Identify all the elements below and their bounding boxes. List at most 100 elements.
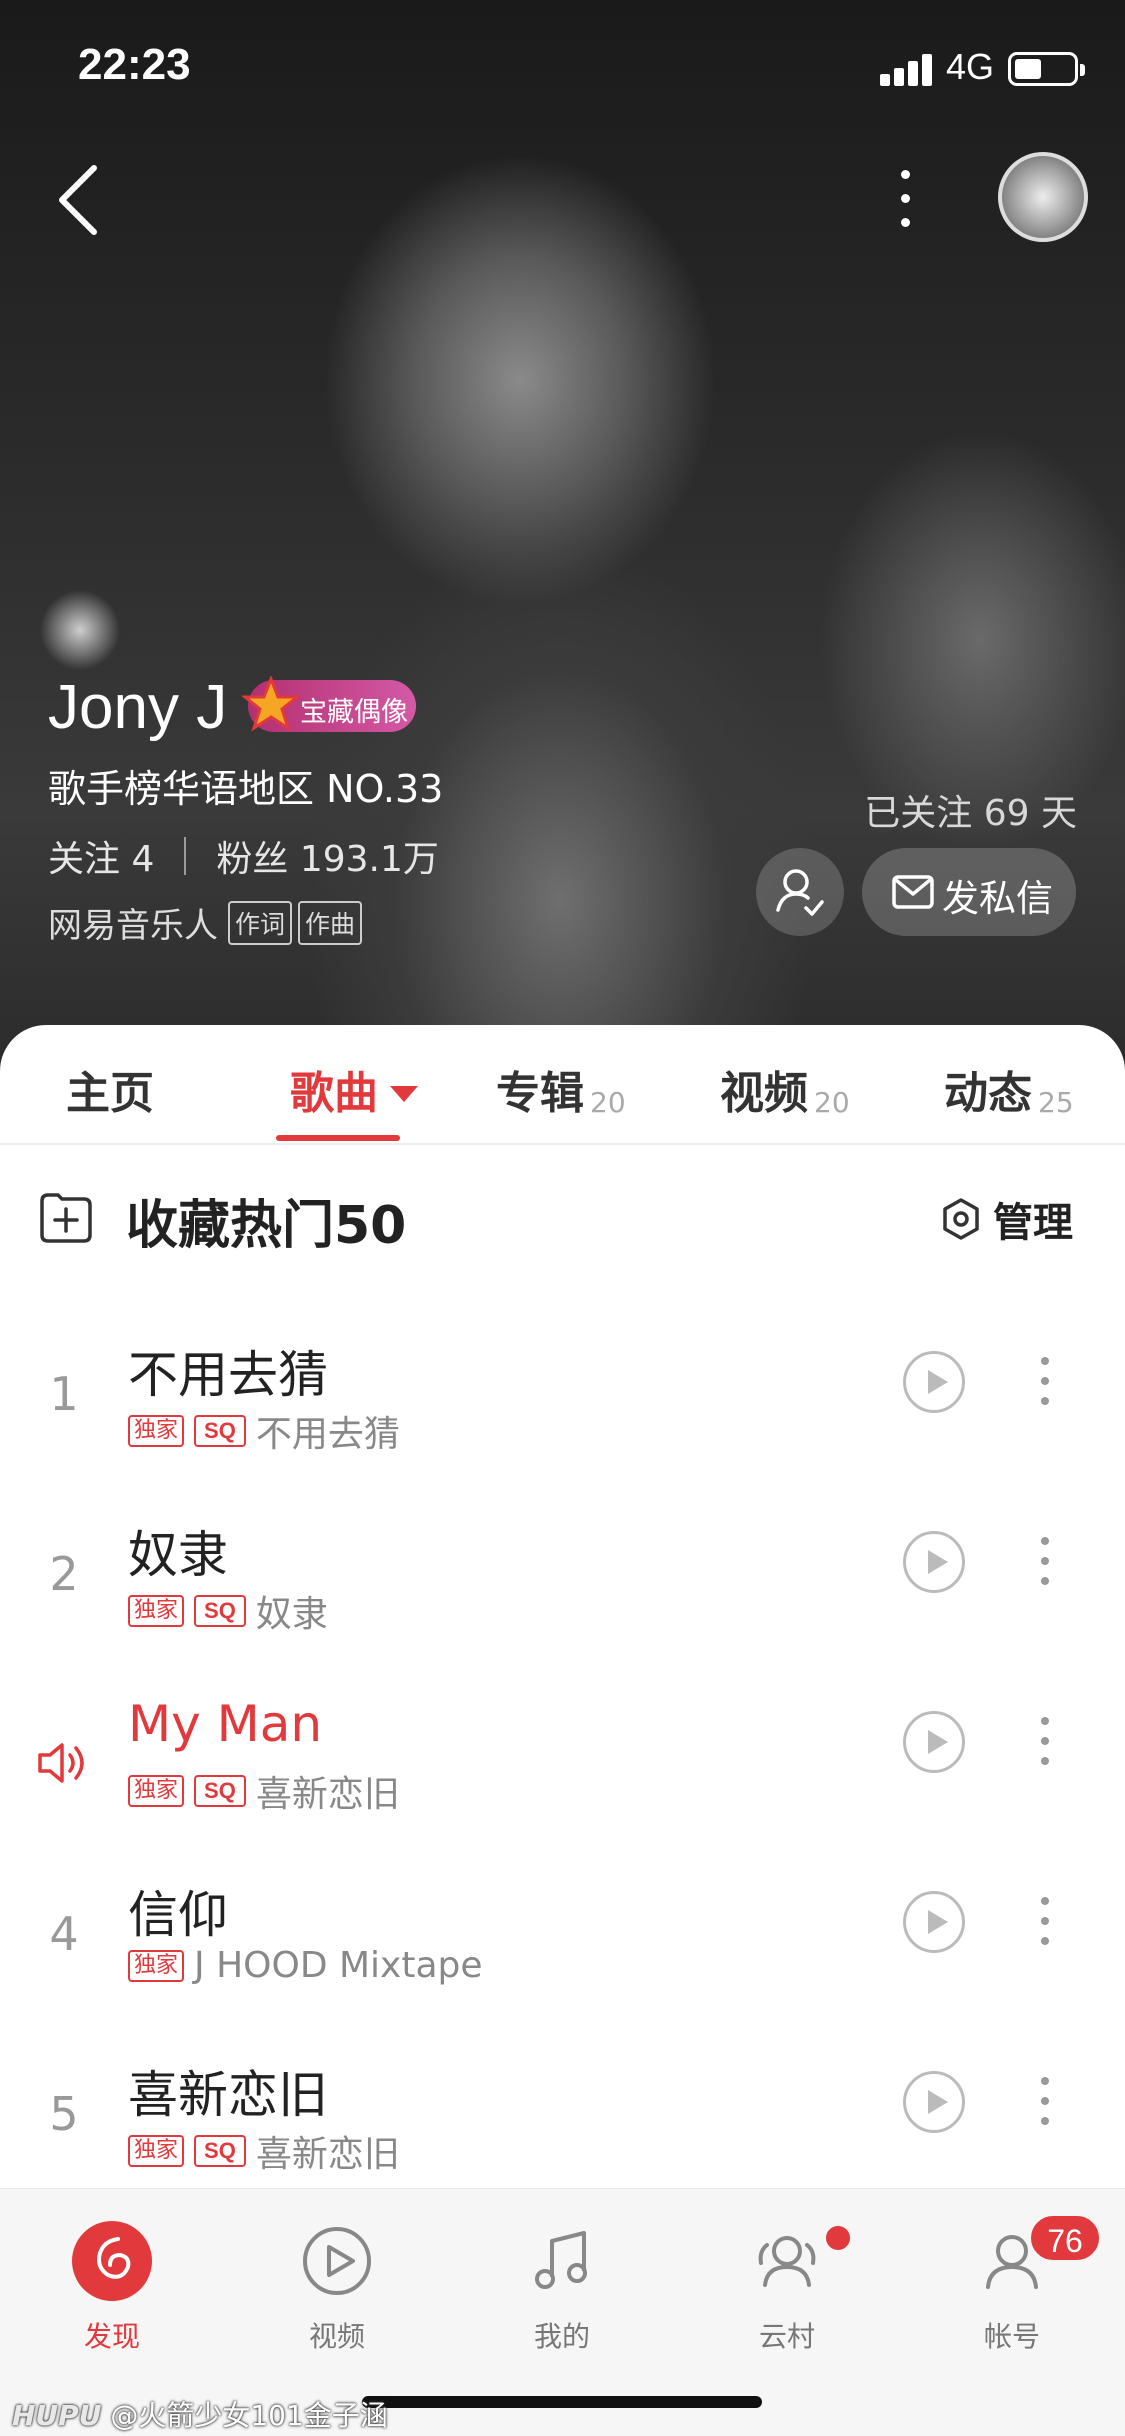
collect-top50-row[interactable]: 收藏热门50 管理	[0, 1175, 1125, 1261]
tab-count: 25	[1038, 1086, 1074, 1119]
community-icon	[758, 2236, 816, 2287]
send-message-label: 发私信	[942, 877, 1053, 920]
tab-albums[interactable]: 专辑 20	[496, 1057, 626, 1121]
battery-icon	[1008, 52, 1085, 86]
notification-dot	[823, 2223, 853, 2253]
star-icon	[242, 676, 300, 732]
musician-info: 网易音乐人 作词 作曲	[48, 898, 363, 947]
sq-badge: SQ	[194, 1775, 246, 1807]
status-time: 22:23	[78, 40, 191, 89]
treasure-idol-badge[interactable]: 宝藏偶像	[242, 676, 416, 732]
exclusive-badge: 独家	[128, 1775, 185, 1807]
active-tab-indicator	[276, 1135, 400, 1141]
song-meta: 独家 SQ 奴隶	[128, 1585, 328, 1637]
song-meta: 独家 SQ 不用去猜	[128, 1405, 400, 1457]
play-video-button[interactable]	[903, 1711, 965, 1773]
nav-community[interactable]: 云村	[697, 2205, 877, 2375]
nav-label: 我的	[533, 2320, 590, 2353]
watermark-brand: HUPU	[12, 2399, 102, 2432]
exclusive-badge: 独家	[128, 1595, 185, 1627]
play-video-button[interactable]	[903, 2071, 965, 2133]
tab-count: 20	[590, 1086, 626, 1119]
watermark: HUPU @火箭少女101金子涵	[12, 2394, 388, 2434]
song-row-playing[interactable]: My Man 独家 SQ 喜新恋旧	[0, 1675, 1125, 1855]
collect-title: 收藏热门50	[126, 1196, 407, 1256]
chart-rank[interactable]: 歌手榜华语地区 NO.33	[48, 758, 443, 813]
network-type: 4G	[946, 46, 995, 87]
nav-mine[interactable]: 我的	[472, 2205, 652, 2375]
music-note-icon	[535, 2231, 587, 2289]
more-options-button[interactable]	[880, 158, 930, 238]
song-album: 奴隶	[255, 1594, 328, 1635]
song-row[interactable]: 2 奴隶 独家 SQ 奴隶	[0, 1495, 1125, 1675]
song-meta: 独家 SQ 喜新恋旧	[128, 1765, 400, 1817]
tab-songs[interactable]: 歌曲	[290, 1057, 418, 1121]
artist-name: Jony J	[48, 673, 228, 742]
song-row[interactable]: 1 不用去猜 独家 SQ 不用去猜	[0, 1315, 1125, 1495]
artist-stats: 关注 4 粉丝 193.1万	[48, 830, 439, 882]
tab-bar-top: 主页 歌曲 专辑 20 视频 20 动态 25	[0, 1025, 1125, 1145]
chevron-left-icon	[59, 165, 97, 235]
nav-video[interactable]: 视频	[247, 2205, 427, 2375]
notification-count-badge: 76	[1028, 2213, 1102, 2263]
manage-button[interactable]: 管理	[941, 1191, 1073, 1247]
song-title: 奴隶	[128, 1526, 228, 1584]
role-tag: 作曲	[298, 900, 363, 945]
divider	[184, 837, 187, 875]
tab-videos[interactable]: 视频 20	[720, 1057, 850, 1121]
sq-badge: SQ	[194, 2135, 246, 2167]
home-indicator[interactable]	[362, 2396, 762, 2408]
idol-badge-label: 宝藏偶像	[300, 697, 408, 728]
song-title: 不用去猜	[128, 1346, 328, 1404]
nav-label: 帐号	[983, 2320, 1040, 2353]
nav-label: 云村	[758, 2320, 815, 2353]
tab-count: 20	[814, 1086, 850, 1119]
back-button[interactable]	[50, 160, 110, 240]
song-title: My Man	[128, 1695, 323, 1753]
watermark-text: @火箭少女101金子涵	[110, 2399, 388, 2432]
song-number: 1	[49, 1367, 79, 1421]
play-video-button[interactable]	[903, 1891, 965, 1953]
nav-account[interactable]: 76 帐号	[922, 2205, 1102, 2375]
manage-label: 管理	[993, 1200, 1073, 1246]
followed-days: 已关注 69 天	[864, 793, 1077, 834]
send-message-button[interactable]: 发私信	[862, 848, 1076, 936]
song-row[interactable]: 4 信仰 独家 J HOOD Mixtape	[0, 1855, 1125, 2035]
role-tag: 作词	[228, 900, 293, 945]
song-meta: 独家 J HOOD Mixtape	[128, 1945, 483, 1986]
play-video-button[interactable]	[903, 1531, 965, 1593]
exclusive-badge: 独家	[128, 2135, 185, 2167]
fans-stat[interactable]: 粉丝 193.1万	[216, 830, 439, 882]
mail-icon	[892, 875, 934, 909]
song-album: J HOOD Mixtape	[194, 1945, 483, 1986]
user-check-icon	[776, 869, 824, 916]
song-more-button[interactable]	[1030, 1711, 1060, 1771]
song-number: 2	[49, 1547, 79, 1601]
song-more-button[interactable]	[1030, 1891, 1060, 1951]
song-more-button[interactable]	[1030, 2071, 1060, 2131]
nav-discover[interactable]: 发现	[22, 2205, 202, 2375]
exclusive-badge: 独家	[128, 1949, 185, 1982]
tab-home[interactable]: 主页	[66, 1057, 154, 1121]
song-album: 喜新恋旧	[255, 2134, 400, 2175]
tab-activity[interactable]: 动态 25	[944, 1057, 1074, 1121]
sq-badge: SQ	[194, 1595, 246, 1627]
settings-hexagon-icon	[943, 1198, 979, 1240]
play-video-button[interactable]	[903, 1351, 965, 1413]
song-more-button[interactable]	[1030, 1351, 1060, 1411]
sq-badge: SQ	[194, 1415, 246, 1447]
video-icon	[303, 2227, 371, 2295]
speaker-playing-icon	[38, 1743, 84, 1783]
followed-status-button[interactable]	[756, 848, 844, 936]
now-playing-disc-button[interactable]	[998, 152, 1088, 242]
signal-icon	[880, 52, 936, 86]
song-album: 不用去猜	[255, 1414, 400, 1455]
song-number: 4	[49, 1907, 79, 1961]
nav-label: 发现	[83, 2320, 140, 2353]
following-stat[interactable]: 关注 4	[48, 830, 154, 882]
caret-down-icon	[390, 1086, 418, 1102]
song-album: 喜新恋旧	[255, 1774, 400, 1815]
song-meta: 独家 SQ 喜新恋旧	[128, 2125, 400, 2177]
song-more-button[interactable]	[1030, 1531, 1060, 1591]
song-title: 信仰	[128, 1886, 228, 1944]
